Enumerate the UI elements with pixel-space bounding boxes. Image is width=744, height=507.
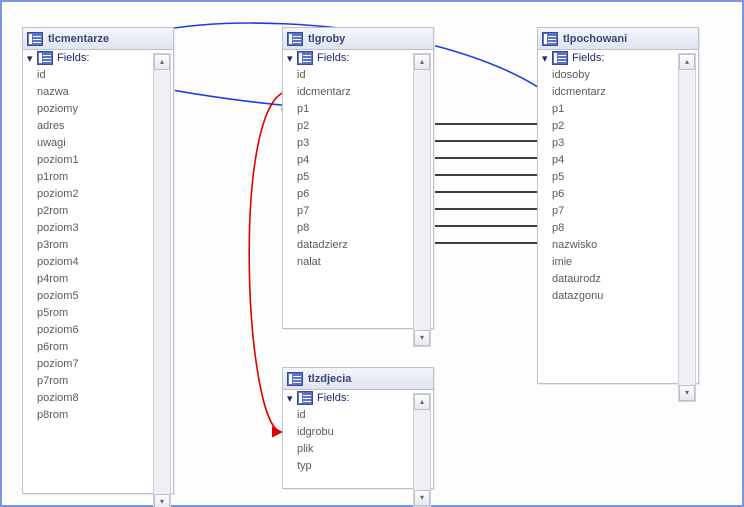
table-icon: [27, 32, 43, 46]
table-icon: [287, 372, 303, 386]
field-item[interactable]: p4: [283, 151, 433, 168]
table-title: tlzdjecia: [308, 373, 351, 385]
fields-header[interactable]: ▾ Fields:: [23, 50, 173, 66]
field-item[interactable]: p2rom: [23, 202, 173, 219]
field-item[interactable]: poziom7: [23, 355, 173, 372]
field-item[interactable]: datadzierz: [283, 236, 433, 253]
field-item[interactable]: p1: [283, 100, 433, 117]
field-item[interactable]: poziom6: [23, 321, 173, 338]
field-item[interactable]: p4rom: [23, 270, 173, 287]
field-item[interactable]: p3: [283, 134, 433, 151]
field-item[interactable]: p3rom: [23, 236, 173, 253]
table-title: tlcmentarze: [48, 33, 109, 45]
field-item[interactable]: idgrobu: [283, 423, 433, 440]
field-item[interactable]: poziomy: [23, 100, 173, 117]
scrollbar[interactable]: ▴ ▾: [678, 53, 696, 402]
scrollbar[interactable]: ▴ ▾: [413, 393, 431, 507]
field-item[interactable]: plik: [283, 440, 433, 457]
fields-header[interactable]: ▾ Fields:: [283, 50, 433, 66]
table-tlpochowani[interactable]: tlpochowani ▾ Fields: idosobyidcmentarzp…: [537, 27, 699, 384]
field-item[interactable]: datazgonu: [538, 287, 698, 304]
field-item[interactable]: typ: [283, 457, 433, 474]
table-icon: [297, 391, 313, 405]
field-item[interactable]: p8: [538, 219, 698, 236]
field-item[interactable]: dataurodz: [538, 270, 698, 287]
table-icon: [37, 51, 53, 65]
field-item[interactable]: p5: [538, 168, 698, 185]
scroll-down-button[interactable]: ▾: [414, 330, 430, 346]
table-title: tlgroby: [308, 33, 345, 45]
fields-label: Fields:: [317, 392, 349, 404]
field-item[interactable]: poziom5: [23, 287, 173, 304]
field-item[interactable]: p6: [538, 185, 698, 202]
fields-label: Fields:: [317, 52, 349, 64]
field-item[interactable]: p5rom: [23, 304, 173, 321]
field-item[interactable]: nazwisko: [538, 236, 698, 253]
table-icon: [552, 51, 568, 65]
scrollbar[interactable]: ▴ ▾: [413, 53, 431, 347]
field-item[interactable]: id: [283, 66, 433, 83]
field-item[interactable]: uwagi: [23, 134, 173, 151]
table-tlgroby[interactable]: tlgroby ▾ Fields: ididcmentarzp1p2p3p4p5…: [282, 27, 434, 329]
diagram-canvas: tlcmentarze ▾ Fields: idnazwapoziomyadre…: [0, 0, 744, 507]
table-icon: [542, 32, 558, 46]
field-item[interactable]: p7rom: [23, 372, 173, 389]
field-item[interactable]: idcmentarz: [538, 83, 698, 100]
table-header[interactable]: tlpochowani: [538, 28, 698, 50]
field-item[interactable]: p8rom: [23, 406, 173, 423]
field-item[interactable]: p1: [538, 100, 698, 117]
field-item[interactable]: p4: [538, 151, 698, 168]
scrollbar[interactable]: ▴ ▾: [153, 53, 171, 507]
table-header[interactable]: tlgroby: [283, 28, 433, 50]
field-item[interactable]: idcmentarz: [283, 83, 433, 100]
table-tlcmentarze[interactable]: tlcmentarze ▾ Fields: idnazwapoziomyadre…: [22, 27, 174, 494]
scroll-down-button[interactable]: ▾: [154, 494, 170, 507]
table-tlzdjecia[interactable]: tlzdjecia ▾ Fields: ididgrobupliktyp ▴ ▾: [282, 367, 434, 489]
field-item[interactable]: idosoby: [538, 66, 698, 83]
field-item[interactable]: id: [23, 66, 173, 83]
field-item[interactable]: p7: [538, 202, 698, 219]
field-item[interactable]: poziom8: [23, 389, 173, 406]
table-icon: [297, 51, 313, 65]
field-item[interactable]: adres: [23, 117, 173, 134]
field-item[interactable]: p6rom: [23, 338, 173, 355]
fields-label: Fields:: [572, 52, 604, 64]
field-item[interactable]: poziom2: [23, 185, 173, 202]
field-item[interactable]: poziom4: [23, 253, 173, 270]
field-item[interactable]: nalat: [283, 253, 433, 270]
table-title: tlpochowani: [563, 33, 627, 45]
scroll-down-button[interactable]: ▾: [679, 385, 695, 401]
fields-header[interactable]: ▾ Fields:: [538, 50, 698, 66]
field-item[interactable]: nazwa: [23, 83, 173, 100]
table-icon: [287, 32, 303, 46]
scroll-up-button[interactable]: ▴: [679, 54, 695, 70]
scroll-down-button[interactable]: ▾: [414, 490, 430, 506]
field-item[interactable]: p8: [283, 219, 433, 236]
table-header[interactable]: tlzdjecia: [283, 368, 433, 390]
field-item[interactable]: p2: [283, 117, 433, 134]
scroll-up-button[interactable]: ▴: [154, 54, 170, 70]
scroll-up-button[interactable]: ▴: [414, 394, 430, 410]
table-header[interactable]: tlcmentarze: [23, 28, 173, 50]
field-item[interactable]: poziom1: [23, 151, 173, 168]
field-item[interactable]: id: [283, 406, 433, 423]
field-item[interactable]: p3: [538, 134, 698, 151]
field-item[interactable]: p1rom: [23, 168, 173, 185]
field-item[interactable]: poziom3: [23, 219, 173, 236]
field-item[interactable]: p2: [538, 117, 698, 134]
fields-label: Fields:: [57, 52, 89, 64]
field-item[interactable]: p6: [283, 185, 433, 202]
scroll-up-button[interactable]: ▴: [414, 54, 430, 70]
field-item[interactable]: p5: [283, 168, 433, 185]
fields-header[interactable]: ▾ Fields:: [283, 390, 433, 406]
field-item[interactable]: p7: [283, 202, 433, 219]
field-item[interactable]: imie: [538, 253, 698, 270]
